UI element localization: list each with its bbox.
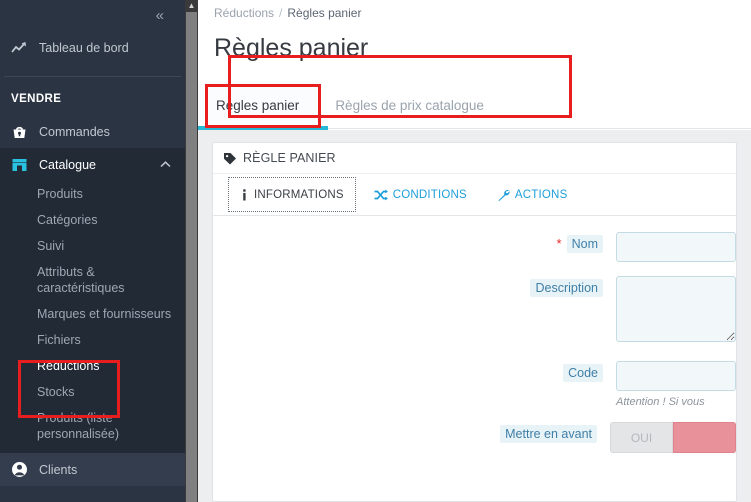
page-title: Règles panier [214,34,369,62]
sidebar-subitem-categories[interactable]: Catégories [0,207,185,233]
breadcrumb-parent[interactable]: Réductions [214,6,274,20]
breadcrumb: Réductions / Règles panier [198,0,751,20]
inner-tab-bar: INFORMATIONS CONDITIONS ACTIONS [213,174,736,216]
sidebar: « Tableau de bord VENDRE Commandes Catal… [0,0,185,502]
double-chevron-left-icon[interactable]: « [156,8,164,23]
sidebar-submenu-catalogue: Produits Catégories Suivi Attributs & ca… [0,181,185,453]
code-help-text: Attention ! Si vous [616,396,705,408]
app-root: « Tableau de bord VENDRE Commandes Catal… [0,0,751,502]
tab-regles-panier[interactable]: Règles panier [198,82,318,128]
chevron-up-icon[interactable] [160,161,171,168]
inner-tab-informations-label: INFORMATIONS [254,188,344,201]
form-label-wrap-description: Description [213,276,603,297]
name-input[interactable] [616,232,736,262]
form-control-name [603,232,736,262]
form-row-code: Code Attention ! Si vous [213,361,736,408]
highlight-toggle-yes[interactable]: OUI [610,422,673,453]
tab-bar: Règles panier Règles de prix catalogue [198,82,751,130]
form-control-code: Attention ! Si vous [603,361,736,408]
trend-up-icon [11,41,37,55]
sidebar-subitem-reductions[interactable]: Réductions [0,353,185,379]
panel-header: RÈGLE PANIER [213,143,736,174]
tab-regles-prix-catalogue[interactable]: Règles de prix catalogue [317,82,502,128]
inner-tab-conditions-label: CONDITIONS [392,188,467,201]
sidebar-subitem-suivi[interactable]: Suivi [0,233,185,259]
sidebar-subitem-fichiers[interactable]: Fichiers [0,327,185,353]
content-area: RÈGLE PANIER INFORMATIONS CONDITIONS ACT… [198,130,751,502]
sidebar-collapse-row: « [0,0,185,31]
scrollbar-up-arrow-icon[interactable]: ▲ [185,0,198,12]
inner-tab-actions-label: ACTIONS [514,188,568,201]
sidebar-item-clients[interactable]: Clients [0,453,185,486]
breadcrumb-separator: / [279,6,283,20]
info-icon [240,188,249,201]
highlight-toggle-no[interactable] [673,422,736,453]
inner-tab-actions[interactable]: ACTIONS [482,174,583,215]
inner-tab-conditions[interactable]: CONDITIONS [359,174,482,215]
wrench-icon [497,189,510,201]
form-row-highlight: Mettre en avant OUI [213,422,736,453]
rule-form: * Nom Description Code Attention ! Si vo… [213,216,736,453]
rule-panel: RÈGLE PANIER INFORMATIONS CONDITIONS ACT… [212,142,737,502]
store-icon [11,157,37,173]
main-content: Réductions / Règles panier Règles panier… [198,0,751,502]
form-label-wrap-code: Code [213,361,603,382]
sidebar-item-clients-label: Clients [39,462,78,477]
panel-header-title: RÈGLE PANIER [243,151,336,165]
form-control-description [603,276,736,347]
sidebar-scrollbar[interactable]: ▲ [185,0,198,502]
user-icon [11,461,37,478]
basket-icon [11,124,37,140]
sidebar-subitem-produits[interactable]: Produits [0,181,185,207]
sidebar-subitem-stocks[interactable]: Stocks [0,379,185,405]
required-asterisk-name: * [556,236,562,251]
description-textarea[interactable] [616,276,736,342]
code-input[interactable] [616,361,736,391]
breadcrumb-current: Règles panier [287,6,362,20]
shuffle-icon [374,189,388,201]
form-row-description: Description [213,276,736,347]
form-label-code: Code [563,364,603,382]
sidebar-item-catalogue[interactable]: Catalogue [0,148,185,181]
form-label-description: Description [530,279,603,297]
inner-tab-informations[interactable]: INFORMATIONS [225,174,359,215]
scrollbar-thumb[interactable] [186,12,197,502]
tag-icon [223,152,237,165]
form-label-highlight: Mettre en avant [500,425,597,443]
sidebar-item-dashboard-label: Tableau de bord [39,40,129,55]
form-row-name: * Nom [213,232,736,262]
sidebar-subitem-produits-liste[interactable]: Produits (liste personnalisée) [0,405,185,447]
sidebar-section-vendre: VENDRE [11,93,62,105]
sidebar-item-orders[interactable]: Commandes [0,115,185,148]
form-label-wrap-name: * Nom [213,232,603,253]
form-label-wrap-highlight: Mettre en avant [213,422,597,443]
sidebar-item-catalogue-label: Catalogue [39,157,96,172]
highlight-toggle[interactable]: OUI [610,422,736,453]
sidebar-subitem-marques[interactable]: Marques et fournisseurs [0,301,185,327]
form-label-name: Nom [566,235,603,253]
sidebar-subitem-attributs[interactable]: Attributs & caractéristiques [0,259,185,301]
sidebar-item-dashboard[interactable]: Tableau de bord [0,31,185,64]
sidebar-item-orders-label: Commandes [39,124,110,139]
form-control-highlight: OUI [597,422,736,453]
